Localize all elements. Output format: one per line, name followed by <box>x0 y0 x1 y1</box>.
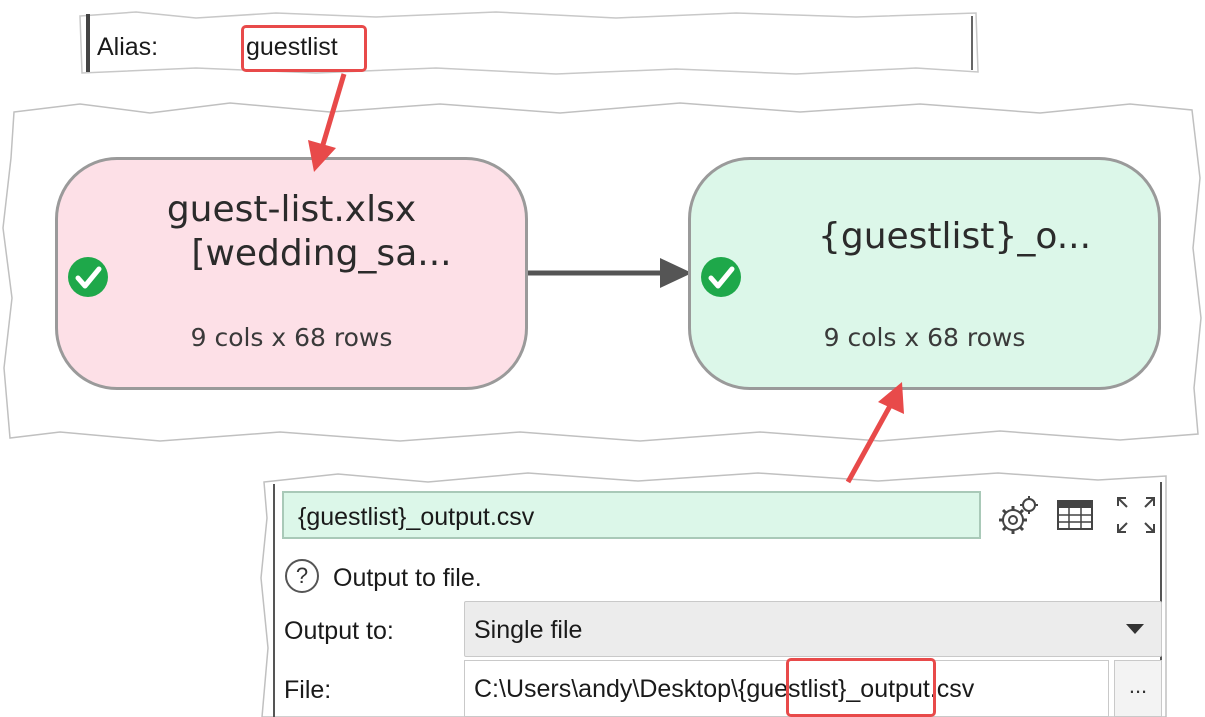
source-node-title: guest-list.xlsx [wedding_sa... <box>58 188 525 276</box>
source-node-title-line2: [wedding_sa... <box>191 233 452 274</box>
help-icon[interactable]: ? <box>285 559 319 593</box>
table-icon[interactable] <box>1052 492 1100 538</box>
alias-highlight <box>241 25 367 72</box>
check-circle-icon <box>701 257 741 297</box>
output-name-field[interactable]: {guestlist}_output.csv <box>282 491 981 539</box>
source-node-title-line1: guest-list.xlsx <box>166 189 417 230</box>
alias-arrow <box>308 73 347 172</box>
file-label: File: <box>284 676 332 704</box>
chevron-down-icon <box>1126 624 1144 634</box>
alias-strip-edge <box>79 11 979 75</box>
output-to-label: Output to: <box>284 617 394 645</box>
output-to-select[interactable]: Single file <box>464 601 1162 657</box>
source-node-subtitle: 9 cols x 68 rows <box>190 323 393 352</box>
browse-button[interactable]: ... <box>1114 660 1162 717</box>
output-node-title: {guestlist}_o... <box>817 216 1092 257</box>
source-node[interactable]: guest-list.xlsx [wedding_sa... 9 cols x … <box>55 157 528 390</box>
flow-edge <box>526 258 692 288</box>
output-to-value: Single file <box>474 616 583 644</box>
output-node[interactable]: {guestlist}_o... 9 cols x 68 rows <box>688 157 1161 390</box>
output-node-subtitle: 9 cols x 68 rows <box>823 323 1026 352</box>
output-name-value: {guestlist}_output.csv <box>298 503 535 531</box>
output-description: Output to file. <box>333 564 482 592</box>
file-highlight <box>786 658 936 717</box>
check-circle-icon <box>68 257 108 297</box>
alias-label: Alias: <box>97 33 159 61</box>
file-arrow <box>845 382 904 484</box>
expand-icon[interactable] <box>1112 492 1160 538</box>
gears-icon[interactable] <box>994 492 1042 538</box>
alias-strip <box>76 10 981 76</box>
